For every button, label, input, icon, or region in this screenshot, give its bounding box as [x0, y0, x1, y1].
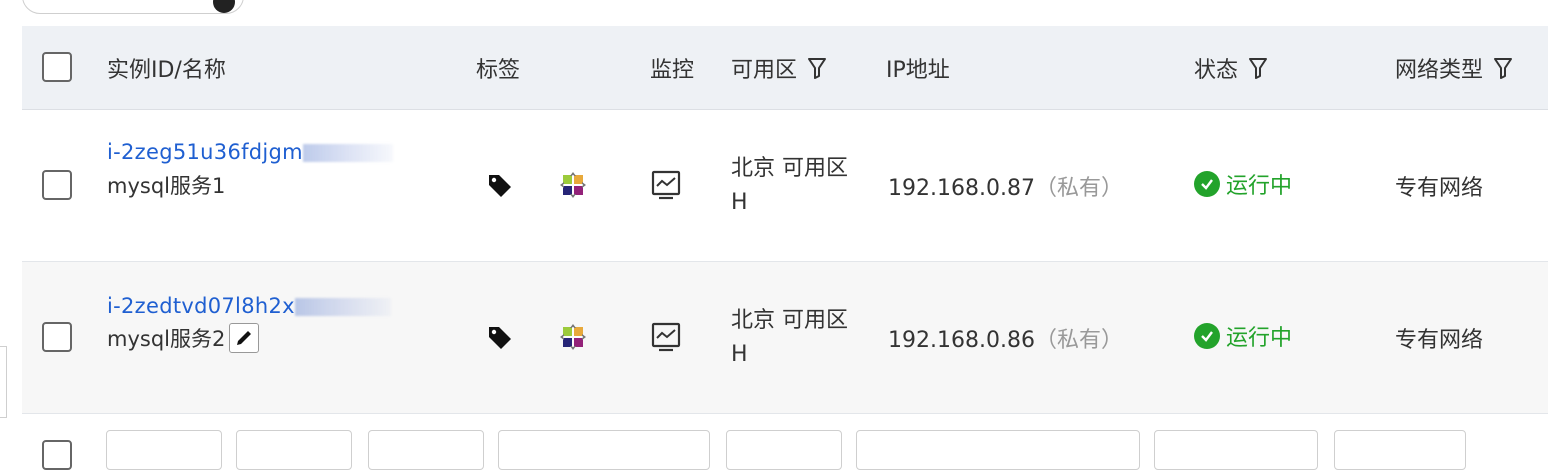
ip-value: 192.168.0.86 — [888, 328, 1035, 353]
ip-type: （私有） — [1034, 328, 1123, 353]
network-text: 专有网络 — [1395, 328, 1484, 353]
row-checkbox[interactable] — [42, 170, 72, 200]
bottom-action-button[interactable] — [726, 430, 842, 470]
instance-name: mysql服务1 — [107, 170, 225, 200]
check-circle-icon — [1194, 171, 1220, 197]
table-row: i-2zeg51u36fdjgm mysql服务1 北京 可用区 H 192.1… — [22, 110, 1548, 262]
header-monitor: 监控 — [650, 26, 694, 109]
row-checkbox[interactable] — [42, 322, 72, 352]
pencil-icon — [237, 331, 252, 345]
bottom-action-button[interactable] — [1334, 430, 1466, 470]
instance-id-text[interactable]: i-2zeg51u36fdjgm — [107, 140, 303, 164]
zone-line1: 北京 可用区 — [731, 308, 848, 333]
network-filter-icon[interactable] — [1493, 56, 1513, 80]
instance-id-link[interactable]: i-2zeg51u36fdjgm — [107, 140, 393, 164]
instance-table: 实例ID/名称 标签 监控 可用区 IP地址 状态 网络类型 i-2zeg51u… — [22, 26, 1548, 414]
zone-filter-icon[interactable] — [807, 56, 827, 80]
bottom-action-button[interactable] — [498, 430, 710, 470]
monitor-icon[interactable] — [650, 169, 682, 201]
redacted-mask — [294, 298, 391, 316]
ip-address: 192.168.0.87（私有） — [888, 170, 1123, 202]
instance-id-link[interactable]: i-2zedtvd07l8h2x — [107, 294, 391, 318]
ip-type: （私有） — [1034, 176, 1123, 201]
zone-line2: H — [731, 190, 748, 215]
bottom-action-button[interactable] — [236, 430, 352, 470]
top-filter-pill[interactable] — [22, 0, 244, 14]
table-row: i-2zedtvd07l8h2x mysql服务2 北京 可用区 H 192.1… — [22, 262, 1548, 414]
check-circle-icon — [1194, 323, 1220, 349]
bottom-action-button[interactable] — [856, 430, 1140, 470]
bottom-action-button[interactable] — [1154, 430, 1318, 470]
bottom-action-button[interactable] — [368, 430, 484, 470]
header-ip: IP地址 — [886, 26, 950, 109]
network-type: 专有网络 — [1395, 322, 1483, 354]
header-tags: 标签 — [476, 26, 520, 109]
status-text: 运行中 — [1226, 326, 1293, 351]
zone-line1: 北京 可用区 — [731, 156, 848, 181]
ip-address: 192.168.0.86（私有） — [888, 322, 1123, 354]
header-zone: 可用区 — [731, 26, 827, 109]
status-text: 运行中 — [1226, 174, 1293, 199]
header-monitor-label: 监控 — [650, 57, 695, 83]
instance-id-text[interactable]: i-2zedtvd07l8h2x — [107, 294, 295, 318]
pill-toggle-icon[interactable] — [213, 0, 235, 13]
network-text: 专有网络 — [1395, 176, 1484, 201]
header-instance-label: 实例ID/名称 — [107, 57, 226, 83]
network-type: 专有网络 — [1395, 170, 1483, 202]
header-network-label: 网络类型 — [1395, 57, 1484, 83]
header-tags-label: 标签 — [476, 57, 521, 83]
centos-icon — [560, 324, 586, 350]
bottom-action-bar — [0, 410, 1548, 470]
bottom-select-checkbox[interactable] — [42, 440, 72, 470]
instance-name-text: mysql服务2 — [107, 327, 226, 351]
instance-name: mysql服务2 — [107, 323, 260, 353]
table-header: 实例ID/名称 标签 监控 可用区 IP地址 状态 网络类型 — [22, 26, 1548, 110]
header-status-label: 状态 — [1194, 57, 1239, 83]
monitor-icon[interactable] — [650, 321, 682, 353]
side-panel-edge — [0, 346, 7, 418]
tag-icon[interactable] — [486, 323, 514, 351]
status-badge: 运行中 — [1194, 320, 1292, 352]
zone-text: 北京 可用区 H — [731, 304, 848, 372]
centos-icon — [560, 172, 586, 198]
bottom-action-button[interactable] — [106, 430, 222, 470]
zone-text: 北京 可用区 H — [731, 152, 848, 220]
tag-icon[interactable] — [486, 171, 514, 199]
header-ip-label: IP地址 — [886, 57, 950, 83]
select-all-checkbox[interactable] — [42, 52, 72, 82]
header-status: 状态 — [1194, 26, 1268, 109]
header-zone-label: 可用区 — [731, 57, 798, 83]
instance-name-text: mysql服务1 — [107, 174, 226, 198]
header-instance: 实例ID/名称 — [107, 26, 226, 109]
ip-value: 192.168.0.87 — [888, 176, 1035, 201]
zone-line2: H — [731, 342, 748, 367]
status-badge: 运行中 — [1194, 168, 1292, 200]
redacted-mask — [302, 144, 393, 162]
edit-name-button[interactable] — [229, 323, 260, 353]
header-network: 网络类型 — [1395, 26, 1513, 109]
status-filter-icon[interactable] — [1248, 56, 1268, 80]
